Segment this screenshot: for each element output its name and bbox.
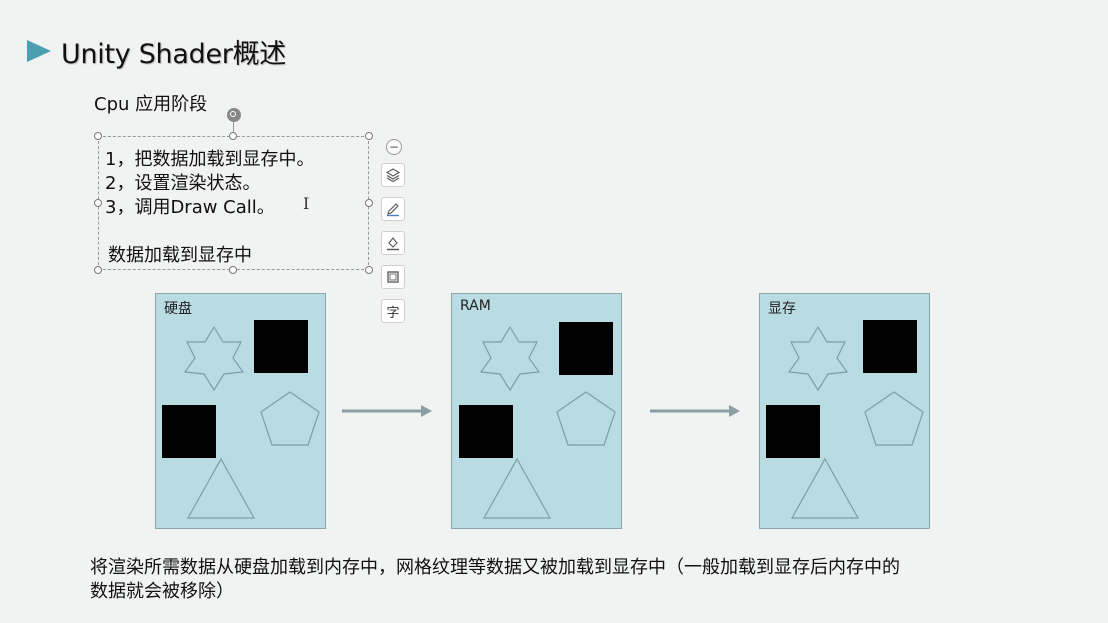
black-square-icon [766,405,820,458]
pen-icon[interactable] [381,197,405,221]
arrow-right-icon [342,405,432,417]
pentagon-icon [556,391,616,446]
black-square-icon [559,322,613,375]
minus-icon[interactable]: − [386,139,402,155]
rotate-handle-icon[interactable] [227,108,241,122]
resize-handle[interactable] [94,132,102,140]
selected-textbox[interactable]: 1，把数据加载到显存中。 2，设置渲染状态。 3，调用Draw Call。 数据… [98,136,369,270]
resize-handle[interactable] [365,132,373,140]
textbox-note: 数据加载到显存中 [108,245,252,266]
panel-ram: RAM [451,293,622,529]
list-item: 3，调用Draw Call。 [105,197,275,218]
pentagon-icon [260,391,320,446]
black-square-icon [863,320,917,373]
resize-handle[interactable] [229,132,237,140]
text-cursor-icon: I [303,194,310,213]
resize-handle[interactable] [229,266,237,274]
caption-line: 将渲染所需数据从硬盘加载到内存中，网格纹理等数据又被加载到显存中（一般加载到显存… [90,557,900,578]
star-icon [479,325,541,392]
subtitle[interactable]: Cpu 应用阶段 [94,90,207,116]
black-square-icon [254,320,308,373]
star-icon [787,325,849,392]
list-item: 2，设置渲染状态。 [105,173,261,194]
title-bullet-icon [27,40,51,62]
list-item: 1，把数据加载到显存中。 [105,149,315,170]
resize-handle[interactable] [365,199,373,207]
title-text: Unity Shader概述 [61,38,286,70]
text-icon[interactable]: 字 [381,299,405,323]
slide-title: Unity Shader概述 [27,34,286,70]
black-square-icon [162,405,216,458]
triangle-icon [790,457,860,519]
outline-icon[interactable] [381,265,405,289]
star-icon [183,325,245,392]
pentagon-icon [864,391,924,446]
resize-handle[interactable] [94,199,102,207]
black-square-icon [459,405,513,458]
triangle-icon [482,457,552,519]
resize-handle[interactable] [94,266,102,274]
layers-icon[interactable] [381,163,405,187]
caption: 将渲染所需数据从硬盘加载到内存中，网格纹理等数据又被加载到显存中（一般加载到显存… [90,556,1050,604]
panel-vram: 显存 [759,293,930,529]
triangle-icon [186,457,256,519]
resize-handle[interactable] [365,266,373,274]
panel-hard-disk: 硬盘 [155,293,326,529]
arrow-right-icon [650,405,740,417]
fill-icon[interactable] [381,231,405,255]
caption-line: 数据就会被移除） [90,581,234,602]
